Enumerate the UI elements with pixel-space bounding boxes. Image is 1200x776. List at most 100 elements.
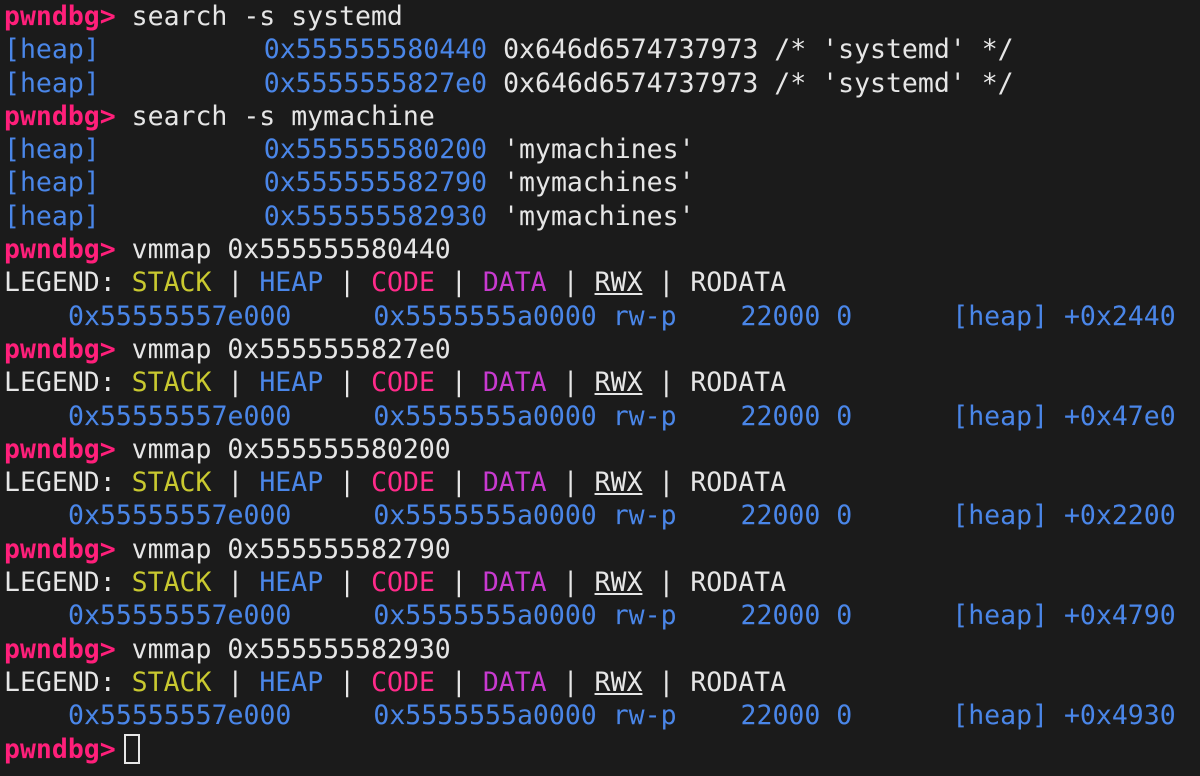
map-size: 22000	[740, 300, 821, 332]
command-text: search -s systemd	[131, 1, 403, 32]
legend-label: LEGEND:	[4, 367, 116, 399]
search-result-row: [heap] 0x555555580200 'mymachines'	[4, 133, 1200, 166]
legend-separator: |	[658, 666, 675, 698]
legend-heap: HEAP	[259, 367, 324, 399]
legend-separator: |	[227, 267, 244, 299]
map-start-address: 0x55555557e000	[68, 700, 292, 732]
vmmap-row: 0x55555557e000 0x5555555a0000 rw-p 22000 0…	[4, 400, 1200, 433]
map-delta: +0x4930	[1063, 700, 1176, 732]
prompt: pwndbg>	[4, 633, 116, 665]
map-end-address: 0x5555555a0000	[373, 700, 597, 732]
legend-rwx: RWX	[594, 267, 643, 299]
legend-heap: HEAP	[259, 666, 324, 698]
legend-stack: STACK	[131, 367, 212, 399]
legend-rwx: RWX	[594, 467, 643, 499]
legend-separator: |	[658, 367, 675, 399]
command-text: vmmap 0x555555582930	[131, 633, 451, 665]
legend-separator: |	[339, 666, 356, 698]
legend-data: DATA	[482, 267, 547, 299]
legend-separator: |	[562, 567, 579, 599]
legend-separator: |	[450, 666, 467, 698]
legend-separator: |	[658, 267, 675, 299]
map-name: [heap]	[952, 400, 1048, 432]
map-offset: 0	[836, 700, 853, 732]
command-text: vmmap 0x5555555827e0	[131, 333, 451, 365]
command-line: pwndbg> search -s systemd	[4, 0, 1200, 33]
legend-separator: |	[562, 267, 579, 299]
region-label: [heap]	[4, 67, 100, 99]
vmmap-row: 0x55555557e000 0x5555555a0000 rw-p 22000 0…	[4, 699, 1200, 732]
legend-separator: |	[339, 567, 356, 599]
result-value: 0x646d6574737973 /* 'systemd' */	[503, 34, 1014, 66]
vmmap-row: 0x55555557e000 0x5555555a0000 rw-p 22000 0…	[4, 300, 1200, 333]
legend-separator: |	[450, 367, 467, 399]
map-name: [heap]	[952, 300, 1048, 332]
map-size: 22000	[740, 400, 821, 432]
legend-rodata: RODATA	[690, 267, 787, 299]
legend-heap: HEAP	[259, 467, 324, 499]
map-delta: +0x47e0	[1063, 400, 1176, 432]
legend-data: DATA	[482, 467, 547, 499]
legend-rodata: RODATA	[690, 467, 787, 499]
legend-rodata: RODATA	[690, 367, 787, 399]
command-line: pwndbg>	[4, 733, 1200, 766]
map-start-address: 0x55555557e000	[68, 300, 292, 332]
vmmap-row: 0x55555557e000 0x5555555a0000 rw-p 22000 0…	[4, 499, 1200, 532]
legend-separator: |	[450, 267, 467, 299]
result-address: 0x5555555827e0	[263, 67, 488, 99]
result-address: 0x555555580440	[263, 34, 488, 66]
legend-separator: |	[562, 666, 579, 698]
command-line: pwndbg> vmmap 0x5555555827e0	[4, 333, 1200, 366]
legend-line: LEGEND: STACK | HEAP | CODE | DATA | RWX…	[4, 366, 1200, 399]
legend-line: LEGEND: STACK | HEAP | CODE | DATA | RWX…	[4, 666, 1200, 699]
legend-separator: |	[562, 367, 579, 399]
prompt: pwndbg>	[4, 533, 116, 565]
legend-label: LEGEND:	[4, 666, 116, 698]
legend-separator: |	[227, 367, 244, 399]
legend-rodata: RODATA	[690, 567, 787, 599]
prompt: pwndbg>	[4, 733, 116, 765]
region-label: [heap]	[4, 200, 100, 232]
legend-label: LEGEND:	[4, 267, 116, 299]
map-end-address: 0x5555555a0000	[373, 500, 597, 532]
legend-heap: HEAP	[259, 267, 324, 299]
legend-separator: |	[227, 467, 244, 499]
prompt: pwndbg>	[4, 433, 116, 465]
legend-data: DATA	[482, 567, 547, 599]
legend-heap: HEAP	[259, 567, 324, 599]
region-label: [heap]	[4, 134, 100, 166]
map-offset: 0	[836, 500, 853, 532]
prompt: pwndbg>	[4, 1, 116, 32]
text-cursor[interactable]	[123, 733, 140, 764]
map-end-address: 0x5555555a0000	[373, 300, 597, 332]
map-permissions: rw-p	[612, 700, 677, 732]
result-value: 0x646d6574737973 /* 'systemd' */	[503, 67, 1014, 99]
legend-separator: |	[658, 567, 675, 599]
legend-label: LEGEND:	[4, 567, 116, 599]
map-delta: +0x4790	[1063, 600, 1176, 632]
legend-stack: STACK	[131, 666, 212, 698]
map-start-address: 0x55555557e000	[68, 500, 292, 532]
legend-separator: |	[450, 467, 467, 499]
prompt: pwndbg>	[4, 234, 116, 266]
result-address: 0x555555580200	[263, 134, 488, 166]
legend-separator: |	[450, 567, 467, 599]
command-text: vmmap 0x555555582790	[131, 533, 451, 565]
map-permissions: rw-p	[612, 600, 677, 632]
terminal-window[interactable]: pwndbg> search -s systemd [heap] 0x555555…	[0, 0, 1200, 776]
vmmap-row: 0x55555557e000 0x5555555a0000 rw-p 22000 0…	[4, 599, 1200, 632]
legend-data: DATA	[482, 666, 547, 698]
legend-rwx: RWX	[594, 567, 643, 599]
map-start-address: 0x55555557e000	[68, 600, 292, 632]
legend-label: LEGEND:	[4, 467, 116, 499]
result-address: 0x555555582930	[263, 200, 488, 232]
legend-code: CODE	[371, 267, 435, 299]
prompt: pwndbg>	[4, 333, 116, 365]
legend-separator: |	[339, 367, 356, 399]
map-offset: 0	[836, 400, 853, 432]
legend-separator: |	[227, 666, 244, 698]
command-line: pwndbg> vmmap 0x555555582930	[4, 633, 1200, 666]
map-delta: +0x2440	[1063, 300, 1176, 332]
result-value: 'mymachines'	[503, 167, 695, 199]
prompt: pwndbg>	[4, 100, 116, 132]
